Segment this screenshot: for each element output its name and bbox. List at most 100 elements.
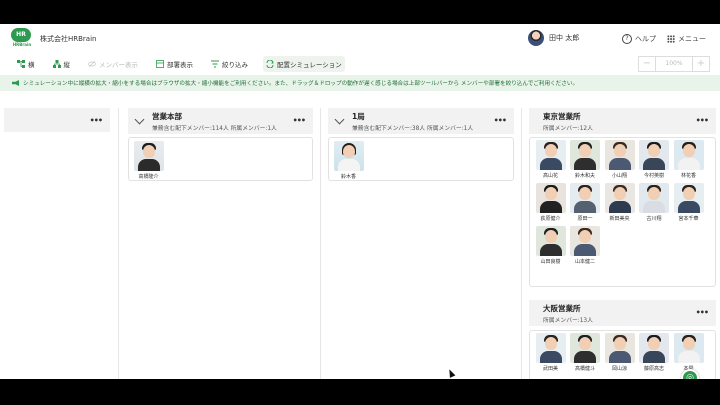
department-header-sales-hq[interactable]: 営業本部 兼務含む配下メンバー:114人 所属メンバー:1人 ••• (128, 108, 313, 134)
layout-vertical-button[interactable]: 縦 (50, 56, 74, 72)
more-icon[interactable]: ••• (90, 116, 103, 125)
app-frame: HR HRBrain 株式会社HRBrain 田中 太郎 ? ヘルプ メニュー … (0, 24, 720, 379)
member-tile[interactable]: 高橋健斗 (569, 333, 602, 372)
member-name: 高橋隆介 (138, 174, 159, 180)
user-name: 田中 太郎 (549, 34, 580, 42)
member-tile[interactable]: 山田良樹 (534, 226, 567, 265)
member-card: 高山花 鈴木和夫 小山翔 今村英樹 林花香荻原健介 原田一 新田美央 古川翔 宮本千華山田良樹 山… (529, 137, 716, 287)
office-header-osaka[interactable]: 大阪営業所 所属メンバー:13人 ••• (529, 300, 716, 326)
more-icon[interactable]: ••• (696, 308, 709, 317)
member-name: 新田美央 (609, 216, 630, 222)
tree-horizontal-icon (17, 60, 25, 68)
member-tile[interactable]: 宮本千華 (672, 183, 705, 222)
member-tile[interactable]: 古川翔 (638, 183, 671, 222)
member-name: 高橋健斗 (574, 366, 595, 372)
org-chart-board[interactable]: ••• 営業本部 兼務含む配下メンバー:114人 所属メンバー:1人 ••• 高… (0, 92, 720, 379)
help-icon: ? (622, 34, 632, 44)
more-icon[interactable]: ••• (696, 116, 709, 125)
member-tile[interactable]: 高橋隆介 (132, 141, 165, 180)
department-display-button[interactable]: 部署表示 (153, 56, 196, 72)
zoom-in-button[interactable]: + (692, 56, 710, 72)
connector-line (521, 108, 522, 379)
member-name: 山田良樹 (540, 259, 561, 265)
zoom-level: 100% (656, 56, 692, 72)
member-photo (604, 333, 635, 363)
member-card: 鈴木香 (328, 137, 514, 181)
user-menu[interactable]: 田中 太郎 (528, 30, 579, 46)
member-name: 荻原健介 (540, 216, 561, 222)
department-header-1kyoku[interactable]: 1局 兼務含む配下メンバー:38人 所属メンバー:1人 ••• (328, 108, 514, 134)
member-name: 小山翔 (611, 173, 627, 179)
department-name: 1局 (352, 112, 365, 121)
hrbrain-logo[interactable]: HR HRBrain (11, 28, 33, 50)
member-name: 高山花 (542, 173, 558, 179)
help-button[interactable]: ? ヘルプ (622, 34, 656, 44)
layout-horizontal-button[interactable]: 横 (14, 56, 38, 72)
chevron-down-icon[interactable] (334, 114, 345, 125)
member-card: 高橋隆介 (128, 137, 313, 181)
member-photo (535, 226, 566, 256)
member-photo (639, 183, 669, 213)
member-name: 藤原高志 (643, 366, 664, 372)
member-name: 今村英樹 (643, 173, 664, 179)
more-icon[interactable]: ••• (293, 116, 306, 125)
menu-button[interactable]: メニュー (667, 34, 706, 44)
member-tile[interactable]: 岡山涼 (603, 333, 636, 372)
member-tile[interactable]: 新田美央 (603, 183, 636, 222)
member-tile[interactable]: 原田一 (569, 183, 602, 222)
member-tile[interactable]: 本間 (672, 333, 705, 372)
department-member-count: 兼務含む配下メンバー:38人 所属メンバー:1人 (352, 126, 474, 132)
member-tile[interactable]: 鈴木和夫 (569, 140, 602, 179)
member-tile[interactable]: 山本健二 (569, 226, 602, 265)
chevron-down-icon[interactable] (134, 114, 145, 125)
member-name: 林花香 (680, 173, 696, 179)
member-tile[interactable]: 小山翔 (603, 140, 636, 179)
department-name: 営業本部 (152, 112, 182, 121)
office-header-tokyo[interactable]: 東京営業所 所属メンバー:12人 ••• (529, 108, 716, 134)
connector-line (320, 108, 321, 379)
member-tile[interactable]: 林花香 (672, 140, 705, 179)
member-tile[interactable]: 高山花 (534, 140, 567, 179)
simulation-notice: シミュレーション中に縦横の拡大・縮小をする場合はブラウザの拡大・縮小機能をご利用… (0, 75, 720, 91)
global-header: HR HRBrain 株式会社HRBrain 田中 太郎 ? ヘルプ メニュー (0, 24, 720, 54)
member-tile[interactable]: 荻原健介 (534, 183, 567, 222)
member-name: 古川翔 (646, 216, 662, 222)
member-tile[interactable]: 今村英樹 (638, 140, 671, 179)
member-tile[interactable]: 藤原高志 (638, 333, 671, 372)
eye-off-icon (88, 60, 96, 68)
member-photo (133, 141, 164, 171)
department-member-count: 兼務含む配下メンバー:114人 所属メンバー:1人 (152, 126, 277, 132)
member-photo (535, 333, 566, 363)
avatar (528, 30, 544, 46)
member-photo (570, 226, 600, 256)
office-member-count: 所属メンバー:12人 (543, 126, 593, 132)
member-photo (673, 183, 704, 213)
member-photo (604, 183, 635, 213)
member-photo (535, 183, 566, 213)
member-name: 武田美 (542, 366, 558, 372)
member-photo (570, 333, 600, 363)
more-icon[interactable]: ••• (494, 116, 507, 125)
office-name: 大阪営業所 (543, 304, 581, 313)
department-icon (156, 60, 164, 68)
root-column-header[interactable]: ••• (4, 108, 110, 132)
megaphone-icon (12, 80, 19, 86)
member-photo (604, 140, 635, 170)
member-photo (570, 140, 600, 170)
connector-line (118, 108, 119, 379)
member-tile[interactable]: 鈴木香 (332, 141, 365, 180)
placement-simulation-button[interactable]: 配置シミュレーション (263, 56, 345, 72)
zoom-out-button[interactable]: − (638, 56, 656, 72)
member-display-button[interactable]: メンバー表示 (85, 56, 141, 72)
filter-button[interactable]: 絞り込み (208, 56, 251, 72)
member-photo (333, 141, 364, 171)
tree-vertical-icon (52, 60, 61, 68)
office-member-count: 所属メンバー:13人 (543, 318, 593, 324)
simulation-icon (266, 60, 274, 68)
member-name: 原田一 (577, 216, 593, 222)
member-name: 山本健二 (574, 259, 595, 265)
member-name: 鈴木和夫 (574, 173, 595, 179)
member-tile[interactable]: 武田美 (534, 333, 567, 372)
member-name: 鈴木香 (340, 174, 356, 180)
member-photo (570, 183, 600, 213)
